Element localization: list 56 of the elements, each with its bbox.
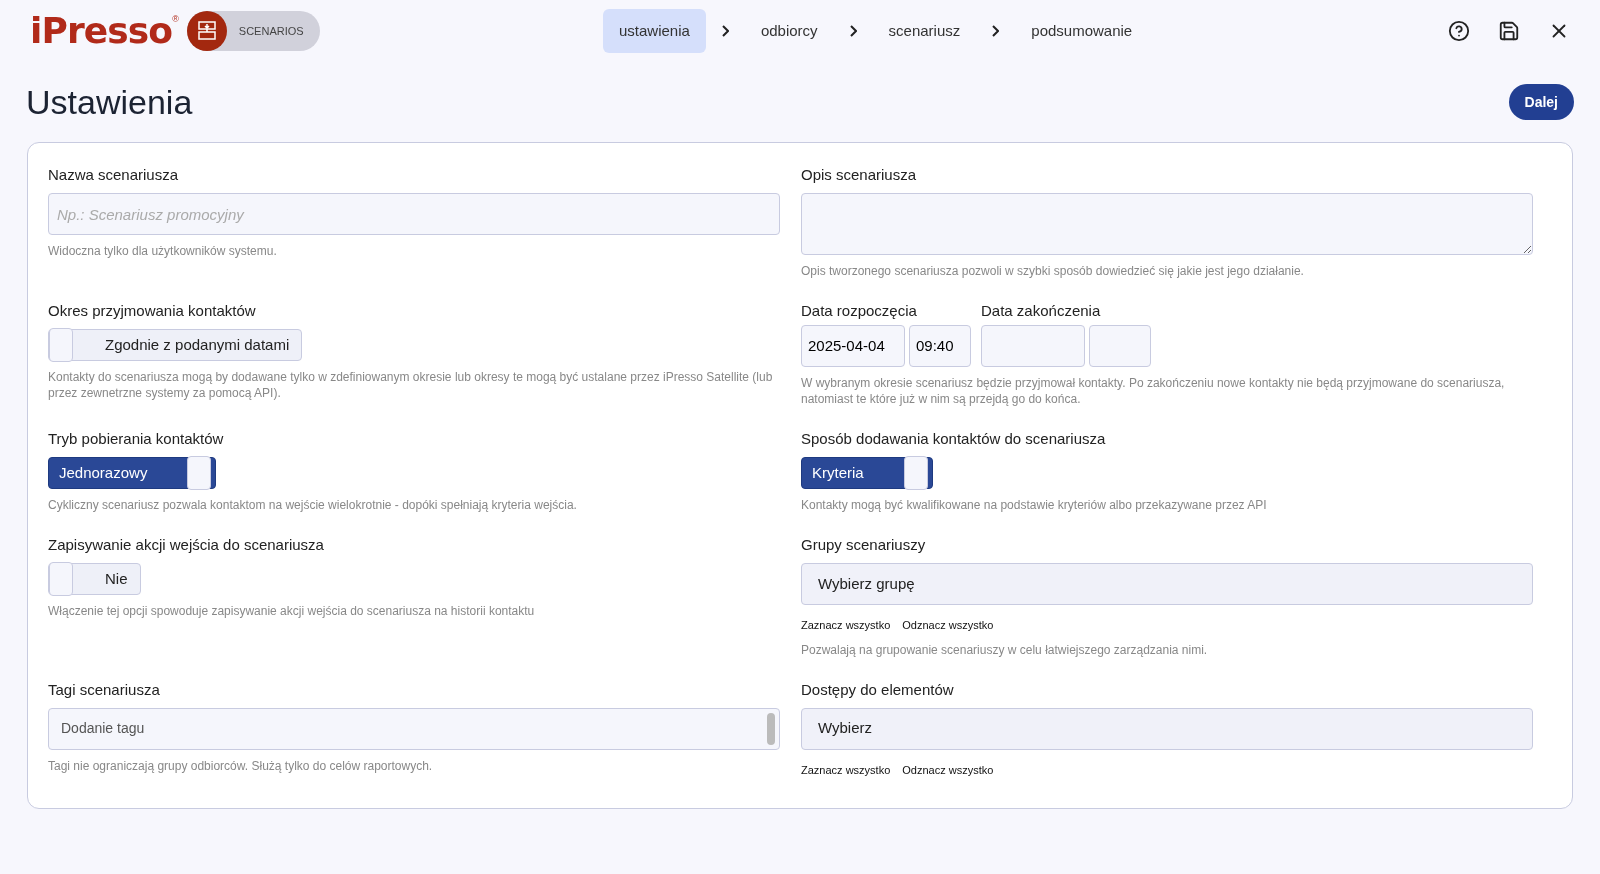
step-tab[interactable]: odbiorcy: [744, 9, 834, 53]
toggle-thumb: [903, 456, 928, 490]
step-tab[interactable]: podsumowanie: [1015, 9, 1149, 53]
toggle-switch[interactable]: Kryteria: [801, 457, 933, 489]
select-link[interactable]: Odznacz wszystko: [902, 617, 994, 634]
field-label: Okres przyjmowania kontaktów: [48, 301, 257, 321]
step-tab[interactable]: ustawienia: [603, 9, 706, 53]
module-badge[interactable]: SCENARIOS: [186, 11, 320, 51]
field-label: Nazwa scenariusza: [48, 165, 180, 185]
field-label: Data zakończenia: [981, 301, 1102, 321]
field-label: Dostępy do elementów: [801, 679, 955, 700]
select-link[interactable]: Zaznacz wszystko: [801, 617, 891, 634]
field-label: Zapisywanie akcji wejścia do scenariusza: [48, 535, 325, 555]
description-field[interactable]: [801, 193, 1533, 255]
logo: iPresso®: [30, 13, 179, 49]
chevron-right-icon: [721, 25, 729, 37]
page-title: Ustawienia: [26, 81, 193, 123]
toggle-switch[interactable]: Nie: [48, 563, 141, 595]
field-hint: Cykliczny scenariusz pozwala kontaktom na wejście wielokrotnie - dopóki spełniają kryteria wejścia.: [48, 497, 578, 513]
time-field[interactable]: [1089, 325, 1151, 367]
field-hint: Pozwalają na grupowanie scenariuszy w celu łatwiejszego zarządzania nimi.: [801, 641, 1209, 658]
help-icon[interactable]: [1448, 20, 1470, 42]
field-hint: Opis tworzonego scenariusza pozwoli w szybki sposób dowiedzieć się jakie jest jego działanie.: [801, 263, 1305, 279]
name-field[interactable]: Np.: Scenariusz promocyjny: [48, 193, 780, 235]
field-label: Sposób dodawania kontaktów do scenariusza: [801, 429, 1107, 449]
date-field[interactable]: [981, 325, 1085, 367]
chevron-right-icon: [992, 25, 1000, 37]
toggle-switch[interactable]: Jednorazowy: [48, 457, 217, 489]
field-hint: Widoczna tylko dla użytkowników systemu.: [48, 243, 278, 259]
field-label: Data rozpoczęcia: [801, 301, 918, 321]
scrollbar-icon: [767, 712, 775, 745]
select-field[interactable]: Wybierz grupę: [801, 563, 1533, 605]
field-label: Grupy scenariuszy: [801, 535, 927, 555]
field-label: Tagi scenariusza: [48, 679, 161, 700]
toggle-thumb: [49, 328, 73, 362]
date-field[interactable]: 2025-04-04: [801, 325, 905, 367]
tags-field[interactable]: Dodanie tagu: [48, 707, 780, 750]
field-label: Tryb pobierania kontaktów: [48, 429, 225, 449]
toggle-switch[interactable]: Zgodnie z podanymi datami: [48, 329, 303, 361]
select-link[interactable]: Odznacz wszystko: [902, 761, 994, 778]
scenario-icon: [186, 11, 227, 51]
time-field[interactable]: 09:40: [909, 325, 971, 367]
select-field[interactable]: Wybierz: [801, 707, 1533, 750]
field-hint: Kontakty do scenariusza mogą by dodawane tylko w zdefiniowanym okresie lub okresy te mogą być ustalane przez iPresso Satellite (lub przez zewnetrzne systemy za pomocą API).: [48, 369, 774, 401]
field-hint: Kontakty mogą być kwalifikowane na podstawie kryteriów albo przekazywane przez API: [801, 497, 1268, 513]
field-hint: Włączenie tej opcji spowoduje zapisywanie akcji wejścia do scenariusza na historii kontaktu: [48, 603, 536, 619]
field-label: Opis scenariusza: [801, 165, 918, 185]
toggle-thumb: [49, 562, 73, 596]
next-button[interactable]: Dalej: [1508, 84, 1574, 120]
save-icon[interactable]: [1498, 20, 1520, 42]
field-hint: Tagi nie ograniczają grupy odbiorców. Służą tylko do celów raportowych.: [48, 757, 434, 774]
select-link[interactable]: Zaznacz wszystko: [801, 761, 891, 778]
toggle-thumb: [187, 456, 212, 490]
field-hint: W wybranym okresie scenariusz będzie przyjmował kontakty. Po zakończeniu nowe kontakty nie będą przyjmowane do scenariusza, natomiast te które już w nim są przejdą go do końca.: [801, 375, 1506, 407]
chevron-right-icon: [849, 25, 857, 37]
step-tab[interactable]: scenariusz: [872, 9, 977, 53]
